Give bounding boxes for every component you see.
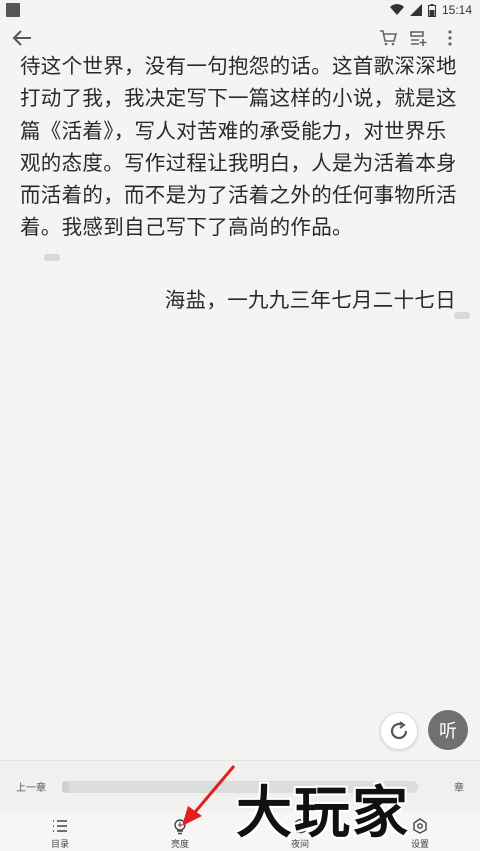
signature-line: 海盐，一九九三年七月二十七日: [164, 288, 456, 312]
status-time: 15:14: [441, 3, 472, 17]
nav-label: 亮度: [170, 840, 189, 850]
refresh-icon: [390, 721, 408, 740]
wifi-icon: [389, 4, 404, 16]
note-marker[interactable]: [454, 312, 470, 319]
watermark-logo: 大玩家: [236, 780, 410, 846]
nav-label: 设置: [410, 840, 429, 850]
reading-content: 待这个世界，没有一句抱怨的话。这首歌深深地打动了我，我决定写下一篇这样的小说，就…: [20, 50, 460, 244]
next-chapter-button[interactable]: 章: [454, 779, 464, 794]
list-icon: [50, 816, 70, 836]
playlist-add-icon[interactable]: [406, 26, 430, 50]
paragraph-text: 待这个世界，没有一句抱怨的话。这首歌深深地打动了我，我决定写下一篇这样的小说，就…: [20, 54, 457, 240]
cart-icon[interactable]: [376, 26, 400, 50]
more-vertical-icon[interactable]: [438, 26, 462, 50]
nav-item-catalog[interactable]: 目录: [0, 812, 120, 851]
annotation-arrow: [182, 765, 236, 826]
prev-chapter-button[interactable]: 上一章: [16, 779, 46, 794]
signal-icon: [409, 4, 422, 16]
chapter-progress-fill: [62, 781, 70, 793]
status-right: 15:14: [389, 1, 472, 19]
listen-button[interactable]: 听: [428, 710, 468, 750]
notification-icon: [6, 3, 20, 17]
nav-label: 目录: [50, 840, 69, 850]
auto-scroll-button[interactable]: [380, 712, 418, 750]
note-marker[interactable]: [44, 254, 60, 261]
status-bar: 15:14: [0, 0, 480, 20]
arrow-left-icon[interactable]: [10, 26, 34, 50]
settings-icon: [410, 816, 430, 836]
battery-icon: [427, 3, 436, 17]
